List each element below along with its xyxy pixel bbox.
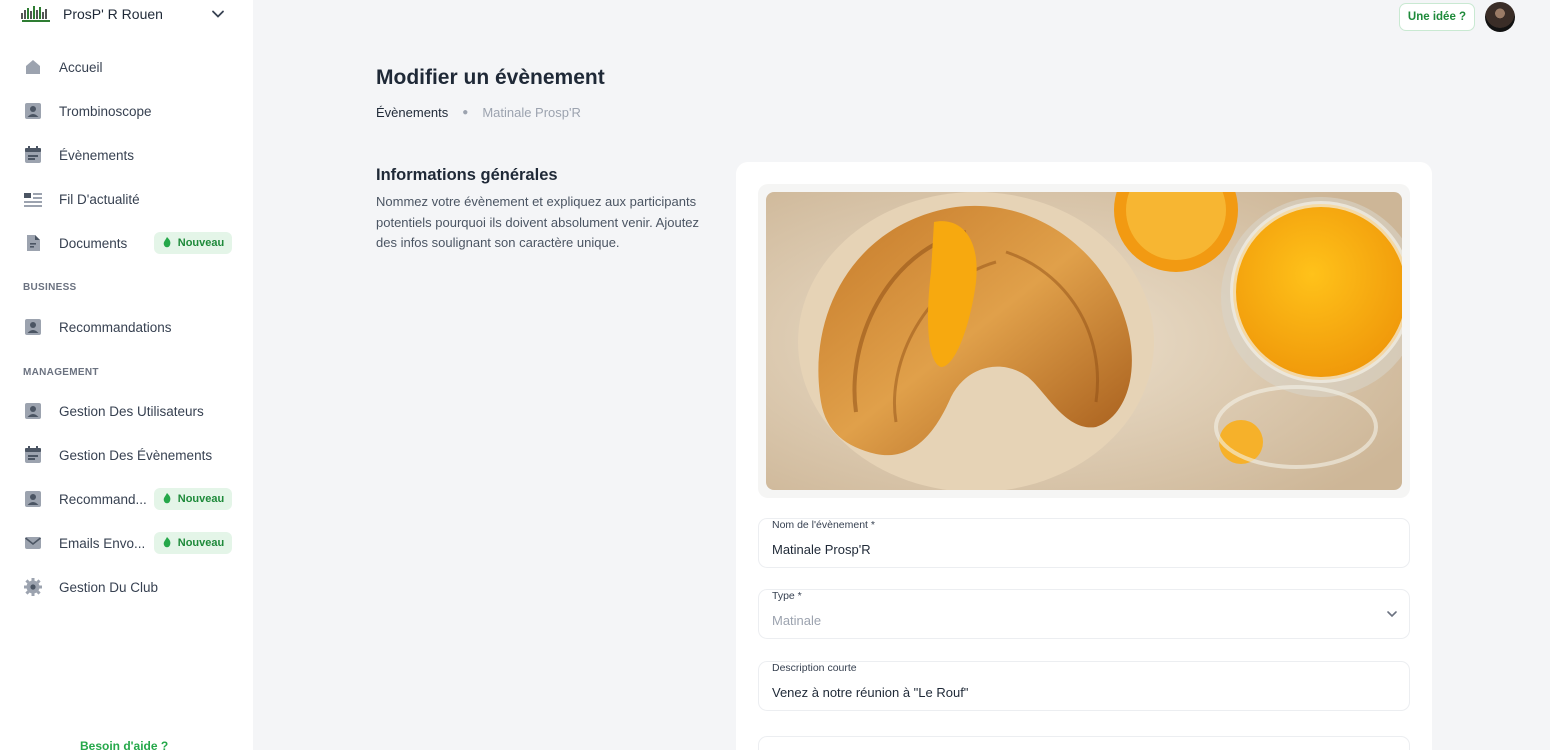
club-logo-icon xyxy=(20,4,52,24)
sidebar-item-gestion-utilisateurs[interactable]: Gestion Des Utilisateurs xyxy=(22,397,232,425)
chevron-down-icon[interactable] xyxy=(1385,607,1399,621)
event-name-value[interactable]: Matinale Prosp'R xyxy=(772,542,871,557)
event-name-field[interactable]: Nom de l'évènement * Matinale Prosp'R xyxy=(758,518,1410,568)
sidebar-item-accueil[interactable]: Accueil xyxy=(22,53,232,81)
new-badge-icon xyxy=(163,237,171,248)
sidebar-item-trombinoscope[interactable]: Trombinoscope xyxy=(22,97,232,125)
club-name: ProsP' R Rouen xyxy=(63,6,163,22)
sidebar-item-emails-envoyes[interactable]: Emails Envo... Nouveau xyxy=(22,529,232,557)
croissant-orange-juice-photo xyxy=(766,192,1402,490)
help-link[interactable]: Besoin d'aide ? xyxy=(80,739,168,750)
home-icon xyxy=(22,56,44,78)
section-title-management: MANAGEMENT xyxy=(23,367,99,378)
section-description: Nommez votre évènement et expliquez aux … xyxy=(376,194,700,250)
sidebar-item-evenements[interactable]: Évènements xyxy=(22,141,232,169)
mail-icon xyxy=(22,532,44,554)
calendar-icon xyxy=(22,444,44,466)
new-badge: Nouveau xyxy=(154,488,232,510)
avatar[interactable] xyxy=(1485,2,1515,32)
short-description-value[interactable]: Venez à notre réunion à "Le Rouf" xyxy=(772,685,968,700)
sidebar: ProsP' R Rouen Accueil Trombinoscope Évè… xyxy=(0,0,253,750)
club-switcher[interactable]: ProsP' R Rouen xyxy=(20,3,233,25)
new-badge-icon xyxy=(163,537,171,548)
breadcrumb-current: Matinale Prosp'R xyxy=(482,105,581,120)
new-badge-icon xyxy=(163,493,171,504)
news-icon xyxy=(22,188,44,210)
event-type-label: Type * xyxy=(772,590,802,602)
sidebar-item-documents[interactable]: Documents Nouveau xyxy=(22,229,232,257)
sidebar-item-recommandations-mgmt[interactable]: Recommand... Nouveau xyxy=(22,485,232,513)
chevron-down-icon[interactable] xyxy=(209,5,227,23)
sidebar-item-gestion-club[interactable]: Gestion Du Club xyxy=(22,573,232,601)
new-badge: Nouveau xyxy=(154,232,232,254)
short-description-label: Description courte xyxy=(772,662,857,674)
event-name-label: Nom de l'évènement * xyxy=(772,519,875,531)
calendar-icon xyxy=(22,144,44,166)
rich-text-toolbar[interactable] xyxy=(758,736,1410,750)
sidebar-item-recommandations[interactable]: Recommandations xyxy=(22,313,232,341)
short-description-field[interactable]: Description courte Venez à notre réunion… xyxy=(758,661,1410,711)
breadcrumb: Évènements ● Matinale Prosp'R xyxy=(376,105,581,120)
sidebar-item-fil-actualite[interactable]: Fil D'actualité xyxy=(22,185,232,213)
person-icon xyxy=(22,100,44,122)
new-badge: Nouveau xyxy=(154,532,232,554)
person-icon xyxy=(22,400,44,422)
breadcrumb-separator: ● xyxy=(462,107,469,118)
person-icon xyxy=(22,488,44,510)
sidebar-item-gestion-evenements[interactable]: Gestion Des Évènements xyxy=(22,441,232,469)
gear-icon xyxy=(22,576,44,598)
breadcrumb-events-link[interactable]: Évènements xyxy=(376,105,448,120)
idea-button[interactable]: Une idée ? xyxy=(1399,3,1475,31)
section-title-business: BUSINESS xyxy=(23,282,77,293)
event-type-select[interactable]: Type * Matinale xyxy=(758,589,1410,639)
event-cover-image[interactable] xyxy=(758,184,1410,498)
page-title: Modifier un évènement xyxy=(376,66,605,89)
section-title: Informations générales xyxy=(376,166,558,184)
person-icon xyxy=(22,316,44,338)
event-form-card: Nom de l'évènement * Matinale Prosp'R Ty… xyxy=(736,162,1432,750)
event-type-value[interactable]: Matinale xyxy=(772,613,821,628)
document-icon xyxy=(22,232,44,254)
